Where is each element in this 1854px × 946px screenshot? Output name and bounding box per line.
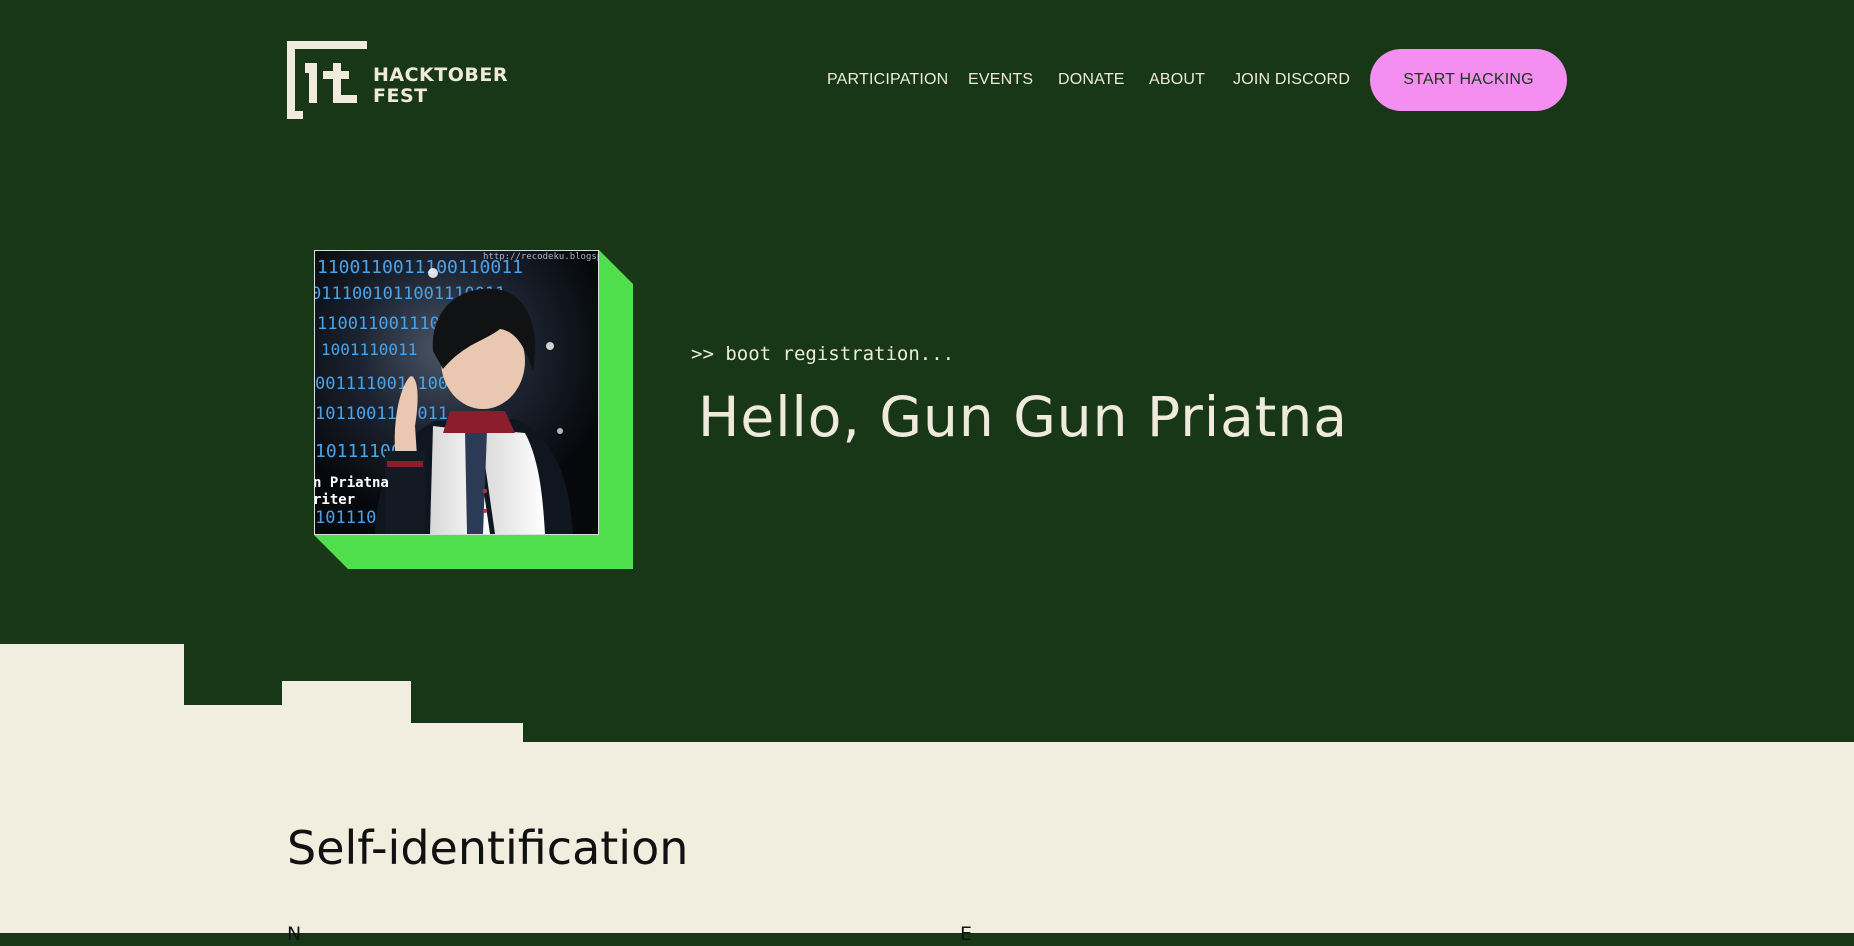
hacktoberfest-logo[interactable]: HACKTOBER FEST bbox=[287, 41, 507, 119]
nav-about[interactable]: ABOUT bbox=[1149, 70, 1205, 90]
cream-step-1 bbox=[0, 644, 184, 742]
nav-participation[interactable]: PARTICIPATION bbox=[827, 70, 948, 90]
logo-wordmark: HACKTOBER FEST bbox=[373, 64, 508, 107]
name-field-label: N bbox=[287, 923, 302, 945]
svg-text:n Priatna: n Priatna bbox=[315, 475, 389, 491]
svg-text:http://recodeku.blogspot: http://recodeku.blogspot bbox=[483, 252, 598, 262]
boot-registration-text: >> boot registration... bbox=[691, 343, 955, 365]
section-title: Self-identification bbox=[287, 821, 689, 875]
start-hacking-button[interactable]: START HACKING bbox=[1370, 49, 1567, 111]
cream-step-2 bbox=[184, 705, 282, 742]
greeting-heading: Hello, Gun Gun Priatna bbox=[698, 385, 1348, 449]
nav-join-discord[interactable]: JOIN DISCORD bbox=[1233, 70, 1350, 90]
form-section bbox=[0, 742, 1854, 933]
nav-donate[interactable]: DONATE bbox=[1058, 70, 1125, 90]
svg-text:riter: riter bbox=[315, 492, 355, 508]
cream-step-4 bbox=[411, 723, 523, 742]
svg-text:0011110011100: 0011110011100 bbox=[315, 374, 448, 394]
nav-events[interactable]: EVENTS bbox=[968, 70, 1033, 90]
cream-step-3 bbox=[282, 681, 411, 742]
svg-text:1011001110011: 1011001110011 bbox=[315, 404, 448, 424]
email-field-label: E bbox=[960, 923, 973, 945]
logo-mark-icon bbox=[287, 41, 367, 119]
svg-text:1001110011: 1001110011 bbox=[321, 340, 417, 359]
user-avatar: 1100110011100110011 0111001011001110011 … bbox=[314, 250, 599, 535]
